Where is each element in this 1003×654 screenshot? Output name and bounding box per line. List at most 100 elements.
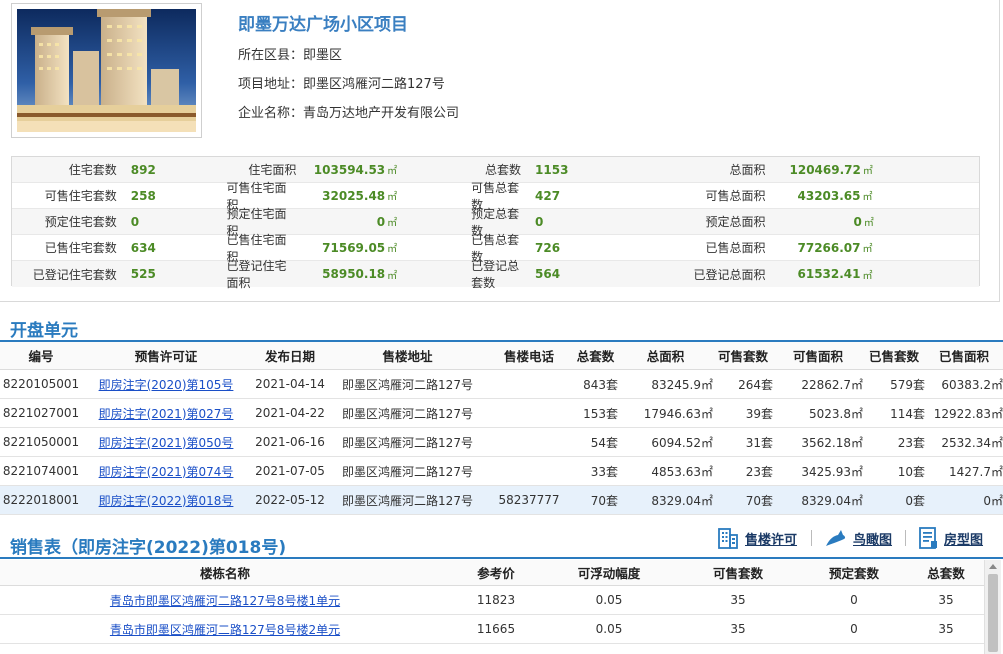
available-units: 35 [730,593,746,607]
building-icon [718,528,738,549]
sales-table: 楼栋名称 参考价 可浮动幅度 可售套数 预定套数 总套数 青岛市即墨区鸿雁河二路… [0,560,984,644]
units-col-header: 预售许可证 [134,349,198,364]
permit-link[interactable]: 即房注字(2021)第050号 [82,428,250,456]
stat-label: 已登记总面积 [693,267,766,282]
sales-col-header: 楼栋名称 [199,566,250,581]
sold-units: 0套 [905,493,925,508]
units-col-header: 已售套数 [868,349,919,364]
stat-label: 预定总面积 [705,215,766,229]
permit-link[interactable]: 即房注字(2021)第074号 [82,457,250,485]
unit-id: 8222018001 [2,493,80,507]
sales-phone [485,370,573,398]
stat-value: 32025.48 ㎡ [322,188,398,204]
total-units: 35 [938,593,954,607]
units-row-selected[interactable]: 8222018001 即房注字(2022)第018号 2022-05-12 即墨… [0,486,1003,515]
units-col-header: 总套数 [576,349,615,364]
district-label: 所在区县： [238,48,304,63]
float-range: 0.05 [595,593,623,607]
stat-value: 58950.18 ㎡ [322,267,398,282]
sales-scrollbar[interactable] [984,560,1001,654]
reference-price: 11665 [476,622,516,636]
birdview-button[interactable]: 鸟瞰图 [824,526,892,550]
stat-value: 61532.41 ㎡ [797,267,873,282]
sales-phone [485,399,573,427]
units-row[interactable]: 8221050001 即房注字(2021)第050号 2021-06-16 即墨… [0,428,1003,457]
sold-units: 10套 [897,464,925,479]
sales-permit-label: 售楼许可 [745,532,798,548]
stat-value: 120469.72 ㎡ [789,162,873,178]
sales-address: 即墨区鸿雁河二路127号 [342,406,473,421]
toolbar-separator [811,530,812,546]
units-col-header: 编号 [28,349,54,364]
release-date: 2021-04-22 [255,406,325,420]
available-area: 8329.04㎡ [801,493,863,508]
available-units: 39套 [745,406,773,421]
reserved-units: 0 [850,622,858,636]
stat-value: 43203.65 ㎡ [797,188,873,204]
unit-id: 8221050001 [2,435,80,449]
available-units: 70套 [745,493,773,508]
stat-value: 0 [130,214,140,229]
total-units: 153套 [583,406,618,421]
total-area: 8329.04㎡ [651,493,713,508]
units-section-title: 开盘单元 [10,321,78,341]
sold-area: 1427.7㎡ [949,464,1003,479]
sales-phone: 58237777 [498,493,560,507]
stat-label: 已登记总套数 [471,259,520,290]
building-link[interactable]: 青岛市即墨区鸿雁河二路127号8号楼1单元 [0,586,450,614]
stat-label: 已售总面积 [705,241,766,255]
available-area: 5023.8㎡ [809,406,863,421]
reference-price: 11823 [476,593,516,607]
units-table: 编号 预售许可证 发布日期 售楼地址 售楼电话 总套数 总面积 可售套数 可售面… [0,342,1003,515]
address-label: 项目地址： [238,77,304,92]
units-row[interactable]: 8221074001 即房注字(2021)第074号 2021-07-05 即墨… [0,457,1003,486]
stat-value: 0 [535,214,544,229]
permit-link[interactable]: 即房注字(2020)第105号 [82,370,250,398]
address-line: 项目地址：即墨区鸿雁河二路127号 [238,73,445,92]
units-col-header: 发布日期 [264,349,315,364]
sold-area: 0㎡ [983,493,1003,508]
stat-value: 634 [130,240,156,255]
units-col-header: 可售面积 [792,349,843,364]
sales-phone [485,428,573,456]
sold-area: 12922.83㎡ [933,406,1003,421]
total-area: 17946.63㎡ [643,406,713,421]
stat-label: 可售住宅套数 [44,189,117,203]
sales-permit-button[interactable]: 售楼许可 [716,526,797,550]
company-label: 企业名称： [238,106,304,121]
total-units: 35 [938,622,954,636]
stat-value: 258 [130,188,156,203]
stat-value: 77266.07 ㎡ [797,240,873,256]
scroll-thumb[interactable] [988,574,998,652]
sold-area: 2532.34㎡ [941,435,1003,450]
district-value: 即墨区 [303,48,343,63]
permit-link[interactable]: 即房注字(2022)第018号 [82,486,250,514]
units-row[interactable]: 8220105001 即房注字(2020)第105号 2021-04-14 即墨… [0,370,1003,399]
units-row[interactable]: 8221027001 即房注字(2021)第027号 2021-04-22 即墨… [0,399,1003,428]
sold-units: 579套 [890,377,925,392]
available-units: 23套 [745,464,773,479]
stat-value: 71569.05 ㎡ [322,240,398,256]
available-area: 22862.7㎡ [801,377,863,392]
permit-link[interactable]: 即房注字(2021)第027号 [82,399,250,427]
total-area: 83245.9㎡ [651,377,713,392]
unit-id: 8221074001 [2,464,80,478]
stats-row: 已登记住宅套数 525 已登记住宅面积 58950.18 ㎡ 已登记总套数 564… [12,259,979,290]
floorplan-button[interactable]: 房型图 [917,526,983,550]
stat-label: 预定住宅套数 [44,215,117,229]
scroll-up-arrow-icon[interactable] [989,564,997,569]
sales-row[interactable]: 青岛市即墨区鸿雁河二路127号8号楼1单元 11823 0.05 35 0 35 [0,586,984,615]
sales-address: 即墨区鸿雁河二路127号 [342,435,473,450]
floorplan-document-icon [919,527,937,549]
available-area: 3425.93㎡ [801,464,863,479]
total-area: 4853.63㎡ [651,464,713,479]
sold-units: 23套 [897,435,925,450]
sales-row[interactable]: 青岛市即墨区鸿雁河二路127号8号楼2单元 11665 0.05 35 0 35 [0,615,984,644]
building-link[interactable]: 青岛市即墨区鸿雁河二路127号8号楼2单元 [0,615,450,643]
sales-col-header: 可浮动幅度 [577,566,641,581]
stat-value: 1153 [535,162,569,177]
stat-label: 住宅套数 [68,163,117,177]
address-value: 即墨区鸿雁河二路127号 [303,77,445,92]
sales-section-title: 销售表（即房注字(2022)第018号) [10,538,287,558]
sold-units: 114套 [890,406,925,421]
